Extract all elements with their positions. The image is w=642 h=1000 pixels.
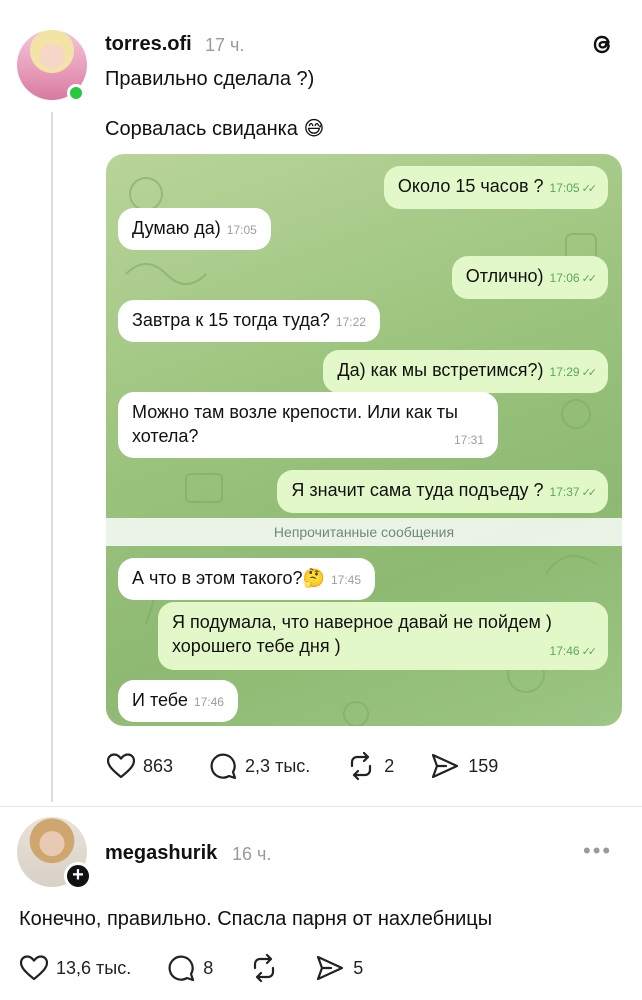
comment-button[interactable]: 2,3 тыс.: [209, 752, 310, 780]
reply-like-button[interactable]: 13,6 тыс.: [20, 955, 131, 981]
chat-screenshot[interactable]: Около 15 часов ? 17:05 ✓✓ Думаю да) 17:05 О…: [106, 154, 622, 726]
threads-logo-icon[interactable]: [588, 30, 616, 58]
reply-time: 16 ч.: [232, 844, 272, 864]
message-text: И тебе: [132, 690, 188, 710]
read-check-icon: ✓✓: [581, 367, 598, 379]
post-text-1: Правильно сделала ?): [105, 68, 315, 90]
repost-icon: [254, 954, 275, 982]
message-time: 17:05: [226, 223, 257, 237]
reply-comment-count: 8: [203, 957, 214, 978]
chat-message-in: Думаю да) 17:05: [118, 208, 271, 250]
reply-share-count: 5: [353, 957, 364, 978]
reply-text: Конечно, правильно. Спасла парня от нахл…: [19, 908, 493, 930]
send-icon: [432, 753, 459, 779]
message-text: Около 15 часов ?: [397, 176, 544, 196]
message-text: Можно там возле крепости. Или как ты хот…: [132, 402, 458, 446]
message-time: 17:06: [549, 271, 580, 285]
online-indicator: [67, 84, 85, 102]
chat-message-out: Да) как мы встретимся?) 17:29 ✓✓: [323, 350, 608, 393]
comment-icon: [168, 955, 195, 982]
chat-message-out: Я значит сама туда подъеду ? 17:37 ✓✓: [277, 470, 608, 513]
message-time: 17:31: [453, 433, 484, 447]
message-text: Я значит сама туда подъеду ?: [291, 480, 544, 500]
chat-message-in: Можно там возле крепости. Или как ты хот…: [118, 392, 498, 458]
repost-icon: [351, 752, 372, 780]
like-count: 863: [143, 755, 174, 776]
post-divider: [0, 806, 642, 807]
repost-button[interactable]: 2: [346, 752, 394, 780]
reply-share-button[interactable]: 5: [315, 954, 363, 982]
message-time: 17:37: [549, 485, 580, 499]
reply-comment-button[interactable]: 8: [167, 954, 213, 982]
thread-line: [51, 112, 53, 802]
reply-actions: 13,6 тыс. 8 5: [20, 954, 399, 982]
message-text: Отлично): [465, 266, 544, 286]
message-time: 17:22: [335, 315, 366, 329]
message-text: Да) как мы встретимся?): [337, 360, 544, 380]
repost-count: 2: [384, 755, 395, 776]
more-icon[interactable]: •••: [583, 838, 612, 864]
post-main: torres.ofi 17 ч. Правильно сделала ?) Со…: [0, 0, 642, 810]
chat-message-out: Около 15 часов ? 17:05 ✓✓: [383, 166, 608, 209]
comment-count: 2,3 тыс.: [245, 755, 311, 776]
reply-username[interactable]: megashurik: [105, 842, 217, 865]
message-text: Завтра к 15 тогда туда?: [132, 310, 330, 330]
chat-message-in: Завтра к 15 тогда туда? 17:22: [118, 300, 380, 342]
message-time: 17:29: [549, 365, 580, 379]
message-text: Я подумала, что наверное давай не пойдем…: [172, 612, 552, 656]
reply-like-count: 13,6 тыс.: [56, 957, 132, 978]
message-time: 17:46: [193, 695, 224, 709]
plus-icon[interactable]: +: [64, 862, 92, 890]
message-time: 17:05: [549, 181, 580, 195]
read-check-icon: ✓✓: [581, 273, 598, 285]
message-meta: 17:46 ✓✓: [544, 637, 598, 664]
message-text: А что в этом такого?🤔: [132, 568, 325, 588]
read-check-icon: ✓✓: [581, 646, 598, 658]
message-time: 17:45: [330, 573, 361, 587]
chat-message-out: Отлично) 17:06 ✓✓: [451, 256, 608, 299]
message-time: 17:46: [549, 644, 580, 658]
reply-repost-button[interactable]: [249, 954, 279, 982]
heart-icon: [20, 955, 48, 981]
read-check-icon: ✓✓: [581, 487, 598, 499]
post-time: 17 ч.: [205, 35, 245, 55]
message-text: Думаю да): [132, 218, 221, 238]
unread-messages-divider: Непрочитанные сообщения: [106, 518, 622, 546]
share-button[interactable]: 159: [430, 752, 498, 780]
post-username[interactable]: torres.ofi: [105, 33, 192, 56]
comment-icon: [210, 753, 237, 780]
send-icon: [317, 955, 344, 981]
read-check-icon: ✓✓: [581, 183, 598, 195]
chat-message-in: И тебе 17:46: [118, 680, 238, 722]
chat-message-out: Я подумала, что наверное давай не пойдем…: [158, 602, 608, 670]
post-text-2: Сорвалась свиданка 😅: [105, 118, 325, 140]
heart-icon: [107, 753, 135, 779]
chat-message-in: А что в этом такого?🤔 17:45: [118, 558, 375, 600]
like-button[interactable]: 863: [107, 753, 173, 779]
share-count: 159: [468, 755, 499, 776]
post-actions: 863 2,3 тыс. 2 159: [107, 752, 534, 780]
